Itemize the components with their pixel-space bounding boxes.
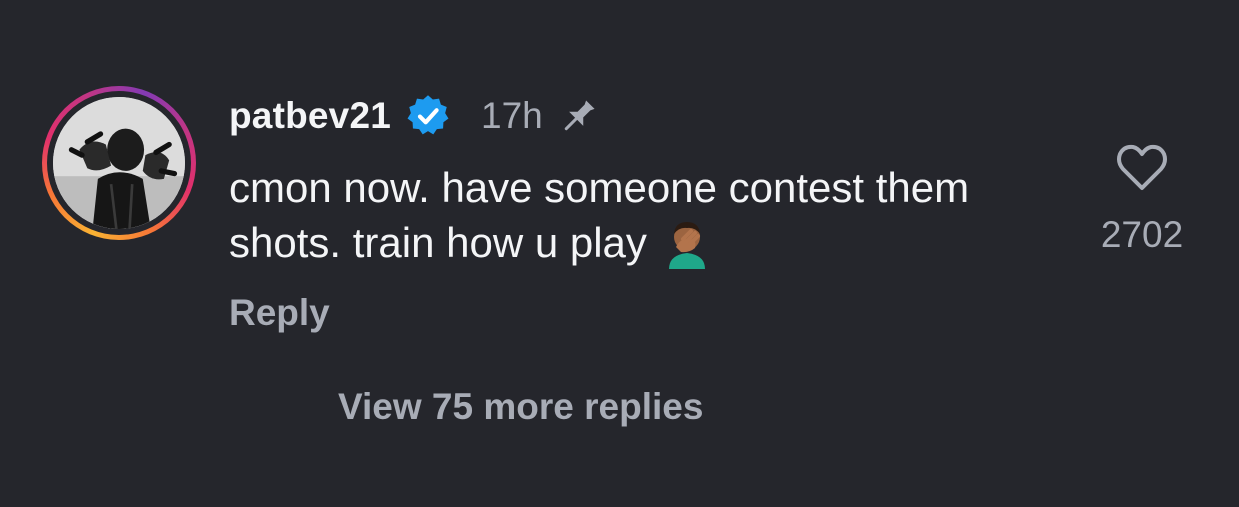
like-column: 2702: [1090, 140, 1194, 256]
avatar-story-ring[interactable]: [42, 86, 196, 240]
comment-text: cmon now. have someone contest them shot…: [229, 164, 970, 266]
view-more-replies-button[interactable]: View 75 more replies: [338, 386, 703, 428]
like-count: 2702: [1100, 214, 1184, 255]
comment-timestamp: 17h: [481, 95, 543, 136]
pin-icon: [559, 96, 599, 136]
facepalm-emoji-icon: [661, 217, 713, 269]
avatar[interactable]: [53, 97, 185, 229]
avatar-ring-gap: [47, 91, 191, 235]
comment-body: cmon now. have someone contest them shot…: [229, 160, 1049, 270]
verified-badge-icon: [405, 93, 451, 139]
heart-icon[interactable]: [1114, 140, 1170, 196]
comment-header: patbev21 17h: [229, 92, 599, 140]
avatar-photo: [53, 97, 185, 229]
reply-button[interactable]: Reply: [229, 292, 330, 334]
username-link[interactable]: patbev21: [229, 95, 391, 137]
comment-item: patbev21 17h cmon now. have someone cont…: [0, 0, 1239, 507]
